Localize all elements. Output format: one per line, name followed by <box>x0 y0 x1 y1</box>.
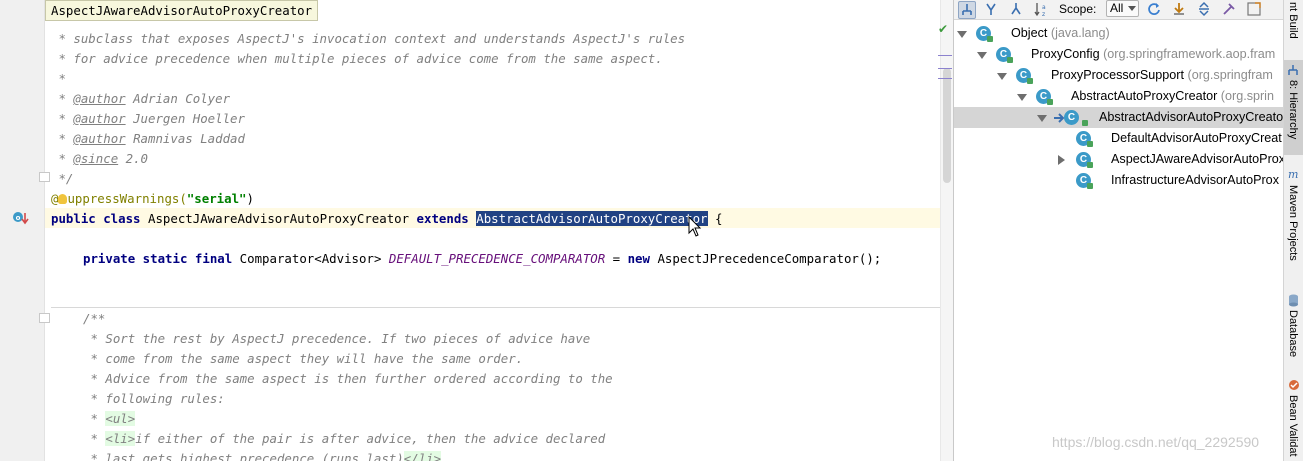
code-line: @ uppressWarnings("serial") <box>51 191 254 206</box>
editor-gutter[interactable] <box>0 0 45 461</box>
error-stripe-mark[interactable] <box>938 55 952 56</box>
tool-tab-ant-build[interactable]: nt Build <box>1284 0 1303 50</box>
close-view-icon[interactable] <box>1246 1 1264 19</box>
collapsed-arrow-icon[interactable] <box>1058 155 1065 165</box>
tool-tab-bean-validation[interactable]: Bean Validat <box>1284 375 1303 461</box>
code-line: * @author Juergen Hoeller <box>51 111 245 126</box>
tool-tab-hierarchy[interactable]: 8: Hierarchy <box>1284 60 1303 155</box>
public-access-icon <box>1047 99 1053 105</box>
maven-icon: m <box>1288 168 1299 181</box>
code-line: * last gets highest precedence (runs las… <box>83 449 442 461</box>
abstract-class-icon: C <box>1064 110 1079 125</box>
subtypes-button[interactable] <box>1008 1 1026 19</box>
scope-label: Scope: <box>1059 2 1097 16</box>
export-button[interactable] <box>1171 1 1189 19</box>
public-access-icon <box>1087 183 1093 189</box>
tree-node-infrastructureadvisorautoproxycreator[interactable]: InfrastructureAdvisorAutoProx <box>1111 170 1279 191</box>
tree-node-defaultadvisorautoproxycreator[interactable]: DefaultAdvisorAutoProxyCreat <box>1111 128 1282 149</box>
expand-arrow-icon[interactable] <box>977 52 987 59</box>
code-line: * <box>51 71 66 86</box>
tree-node-abstractautoproxycreator[interactable]: AbstractAutoProxyCreator (org.sprin <box>1071 86 1274 107</box>
code-line: * <ul> <box>83 411 136 426</box>
sort-alpha-button[interactable]: az <box>1033 1 1051 19</box>
tree-node-object[interactable]: Object (java.lang) <box>1011 23 1110 44</box>
scrollbar-thumb[interactable] <box>943 68 951 183</box>
code-line: * Advice from the same aspect is then fu… <box>83 371 613 386</box>
tool-tab-database[interactable]: Database <box>1284 290 1303 365</box>
editor-scrollbar[interactable] <box>940 0 953 461</box>
watermark-text: https://blog.csdn.net/qq_2292590 <box>1052 434 1260 450</box>
svg-text:o: o <box>16 214 21 222</box>
public-access-icon <box>1027 78 1033 84</box>
code-line: * following rules: <box>83 391 225 406</box>
right-tool-strip: nt Build 8: Hierarchy m Maven Projects D… <box>1283 0 1303 461</box>
mouse-cursor-icon <box>688 216 702 237</box>
code-line: /** <box>83 311 106 326</box>
expand-arrow-icon[interactable] <box>1037 115 1047 122</box>
scope-dropdown[interactable]: All <box>1106 0 1139 17</box>
code-line: * come from the same aspect they will ha… <box>83 351 524 366</box>
class-name-tooltip: AspectJAwareAdvisorAutoProxyCreator <box>45 0 319 21</box>
expand-arrow-icon[interactable] <box>1017 94 1027 101</box>
code-line: * for advice precedence when multiple pi… <box>51 51 663 66</box>
bean-validation-icon <box>1289 380 1299 390</box>
public-access-icon <box>1087 162 1093 168</box>
svg-text:a: a <box>1042 4 1046 11</box>
supertypes-button[interactable] <box>983 1 1001 19</box>
code-editor[interactable]: o * subclass that exposes AspectJ's invo… <box>0 0 953 461</box>
code-line: * @author Adrian Colyer <box>51 91 231 106</box>
error-stripe-mark[interactable] <box>938 78 952 79</box>
overrides-gutter-icon[interactable]: o <box>12 210 30 226</box>
hierarchy-panel[interactable]: az Scope: All C C C C C C C C Object (ja… <box>953 0 1283 461</box>
code-line: * subclass that exposes AspectJ's invoca… <box>51 31 686 46</box>
code-line: */ <box>51 171 74 186</box>
code-line: * Sort the rest by AspectJ precedence. I… <box>83 331 591 346</box>
selected-superclass[interactable]: AbstractAdvisorAutoProxyCreator <box>476 211 708 226</box>
code-line: * @since 2.0 <box>51 151 148 166</box>
tree-node-abstractadvisorautoproxycreator[interactable]: AbstractAdvisorAutoProxyCreato <box>1099 107 1283 128</box>
tree-node-aspectjawareadvisorautoproxycreator[interactable]: AspectJAwareAdvisorAutoProx <box>1111 149 1283 170</box>
refresh-button[interactable] <box>1146 1 1164 19</box>
public-access-icon <box>1082 120 1088 126</box>
expand-all-button[interactable] <box>1196 1 1214 19</box>
code-area[interactable]: * subclass that exposes AspectJ's invoca… <box>45 0 940 461</box>
public-access-icon <box>1007 57 1013 63</box>
hierarchy-toolbar: az Scope: All <box>954 0 1283 20</box>
expand-arrow-icon[interactable] <box>957 31 967 38</box>
code-line: * @author Ramnivas Laddad <box>51 131 245 146</box>
svg-text:z: z <box>1042 11 1045 17</box>
expand-arrow-icon[interactable] <box>997 73 1007 80</box>
tree-node-proxyprocessorsupport[interactable]: ProxyProcessorSupport (org.springfram <box>1051 65 1273 86</box>
public-access-icon <box>1087 141 1093 147</box>
code-line: * <li>if either of the pair is after adv… <box>83 431 606 446</box>
class-hierarchy-button[interactable] <box>958 1 976 19</box>
public-access-icon <box>987 36 993 42</box>
database-icon <box>1289 294 1298 307</box>
hierarchy-tab-icon <box>1288 65 1298 75</box>
chevron-down-icon <box>1128 6 1136 11</box>
class-declaration-line: public class AspectJAwareAdvisorAutoProx… <box>51 211 723 226</box>
tree-node-proxyconfig[interactable]: ProxyConfig (org.springframework.aop.fra… <box>1031 44 1275 65</box>
analysis-ok-icon: ✔ <box>938 22 949 36</box>
pin-button[interactable] <box>1221 1 1239 19</box>
code-line: private static final Comparator<Advisor>… <box>83 251 882 266</box>
error-stripe-mark[interactable] <box>938 68 952 69</box>
tool-tab-maven-projects[interactable]: m Maven Projects <box>1284 165 1303 275</box>
